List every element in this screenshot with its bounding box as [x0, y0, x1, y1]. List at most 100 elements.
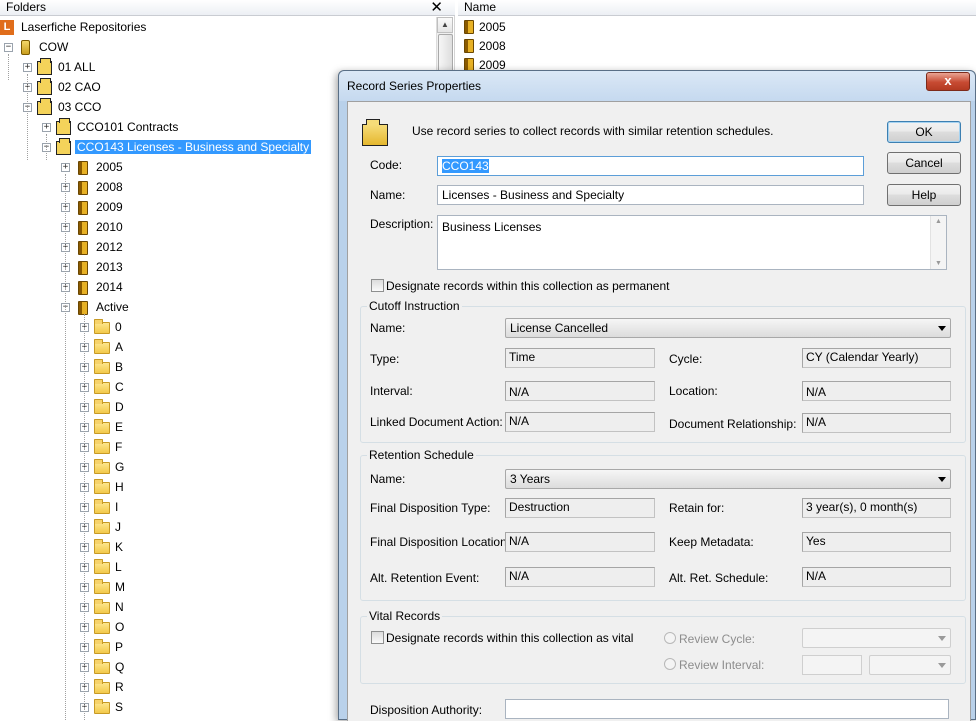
expand-icon[interactable]: + [23, 63, 32, 72]
cutoff-type-value: Time [505, 348, 655, 368]
ok-button[interactable]: OK [887, 121, 961, 143]
tree-item-label: E [115, 420, 124, 434]
tree-item-label: F [115, 440, 123, 454]
tree-item-label: B [115, 360, 124, 374]
tree-item-label: Q [115, 660, 125, 674]
intro-text: Use record series to collect records wit… [412, 124, 774, 138]
doc-relationship-value: N/A [802, 413, 951, 433]
retention-name-value: 3 Years [510, 472, 551, 486]
retention-group-title: Retention Schedule [367, 448, 476, 462]
review-interval-label: Review Interval: [679, 658, 765, 672]
linked-action-label: Linked Document Action: [370, 415, 503, 429]
box-icon [56, 118, 71, 135]
folders-title: Folders [6, 0, 47, 14]
close-button[interactable]: x [926, 72, 970, 91]
list-header[interactable]: Name [458, 0, 976, 16]
tree-item-label: 0 [115, 320, 122, 334]
column-header-name[interactable]: Name [464, 0, 496, 14]
folder-icon [94, 599, 110, 614]
tree-item[interactable]: L Laserfiche Repositories [0, 18, 436, 38]
book-icon [78, 161, 88, 175]
book-icon [78, 241, 88, 255]
review-interval-field[interactable] [802, 655, 862, 675]
cutoff-name-value: License Cancelled [510, 321, 609, 335]
description-label: Description: [370, 217, 434, 231]
book-icon [78, 181, 88, 195]
name-field[interactable]: Licenses - Business and Specialty [437, 185, 864, 205]
scroll-up-icon[interactable]: ▲ [437, 17, 453, 33]
close-icon[interactable]: ✕ [430, 0, 443, 16]
tree-item-label: S [115, 700, 124, 714]
list-item-label: 2008 [479, 39, 506, 53]
expand-icon[interactable]: + [61, 163, 70, 172]
book-icon [78, 281, 88, 295]
dialog-title: Record Series Properties [347, 79, 482, 93]
permanent-checkbox[interactable] [371, 279, 384, 292]
fdt-label: Final Disposition Type: [370, 501, 491, 515]
tree-item-label: 2008 [96, 180, 123, 194]
record-series-dialog: Record Series Properties x Use record se… [338, 70, 976, 721]
tree-item-label: J [115, 520, 121, 534]
tree-connector [27, 74, 28, 160]
tree-item-label: A [115, 340, 124, 354]
tree-item-label: 2012 [96, 240, 123, 254]
scroll-up-icon[interactable]: ▲ [935, 218, 942, 225]
code-label: Code: [370, 158, 403, 172]
tree-item[interactable]: − COW [0, 38, 436, 58]
review-interval-unit-dropdown[interactable] [869, 655, 951, 675]
cutoff-location-value: N/A [802, 381, 951, 401]
book-icon [464, 39, 474, 53]
folder-icon [94, 619, 110, 634]
folder-icon [94, 579, 110, 594]
description-scrollbar[interactable]: ▲ ▼ [930, 216, 946, 269]
cutoff-name-dropdown[interactable]: License Cancelled [505, 318, 951, 338]
help-button[interactable]: Help [887, 184, 961, 206]
keep-metadata-value: Yes [802, 532, 951, 552]
tree-item-label: Laserfiche Repositories [21, 20, 147, 34]
cutoff-cycle-label: Cycle: [669, 352, 703, 366]
record-series-icon [360, 118, 390, 146]
cabinet-icon [21, 40, 30, 55]
code-field[interactable]: CCO143 [437, 156, 864, 176]
tree-item-label: C [115, 380, 124, 394]
cancel-button[interactable]: Cancel [887, 152, 961, 174]
expand-icon[interactable]: + [42, 123, 51, 132]
review-cycle-dropdown[interactable] [802, 628, 951, 648]
review-interval-radio[interactable] [664, 658, 676, 670]
box-icon [37, 58, 52, 75]
folder-icon [94, 499, 110, 514]
tree-item-label: O [115, 620, 125, 634]
collapse-icon[interactable]: − [4, 43, 13, 52]
permanent-label: Designate records within this collection… [386, 279, 670, 293]
folder-icon [94, 519, 110, 534]
folder-icon [94, 379, 110, 394]
fdt-value: Destruction [505, 498, 655, 518]
cutoff-cycle-value: CY (Calendar Yearly) [802, 348, 951, 368]
folder-icon [94, 459, 110, 474]
retention-name-label: Name: [370, 472, 406, 486]
disposition-authority-field[interactable] [505, 699, 949, 719]
tree-item-label: 2009 [96, 200, 123, 214]
vital-group-title: Vital Records [367, 609, 443, 623]
review-cycle-radio[interactable] [664, 632, 676, 644]
scroll-down-icon[interactable]: ▼ [935, 260, 942, 267]
dialog-titlebar[interactable]: Record Series Properties x [339, 71, 975, 101]
chevron-down-icon [938, 477, 946, 482]
tree-connector [46, 134, 47, 160]
review-cycle-label: Review Cycle: [679, 632, 756, 646]
tree-connector [84, 314, 85, 720]
alt-retention-event-value: N/A [505, 567, 655, 587]
tree-item-label: 2005 [96, 160, 123, 174]
folder-icon [94, 399, 110, 414]
folder-icon [94, 699, 110, 714]
keep-metadata-label: Keep Metadata: [669, 535, 754, 549]
description-field[interactable]: Business Licenses ▲ ▼ [437, 215, 947, 270]
cutoff-group-title: Cutoff Instruction [367, 299, 462, 313]
folder-icon [94, 419, 110, 434]
retention-name-dropdown[interactable]: 3 Years [505, 469, 951, 489]
vital-checkbox[interactable] [371, 631, 384, 644]
chevron-down-icon [938, 663, 946, 668]
box-icon [56, 138, 71, 155]
cutoff-interval-label: Interval: [370, 384, 413, 398]
tree-connector [65, 174, 66, 720]
